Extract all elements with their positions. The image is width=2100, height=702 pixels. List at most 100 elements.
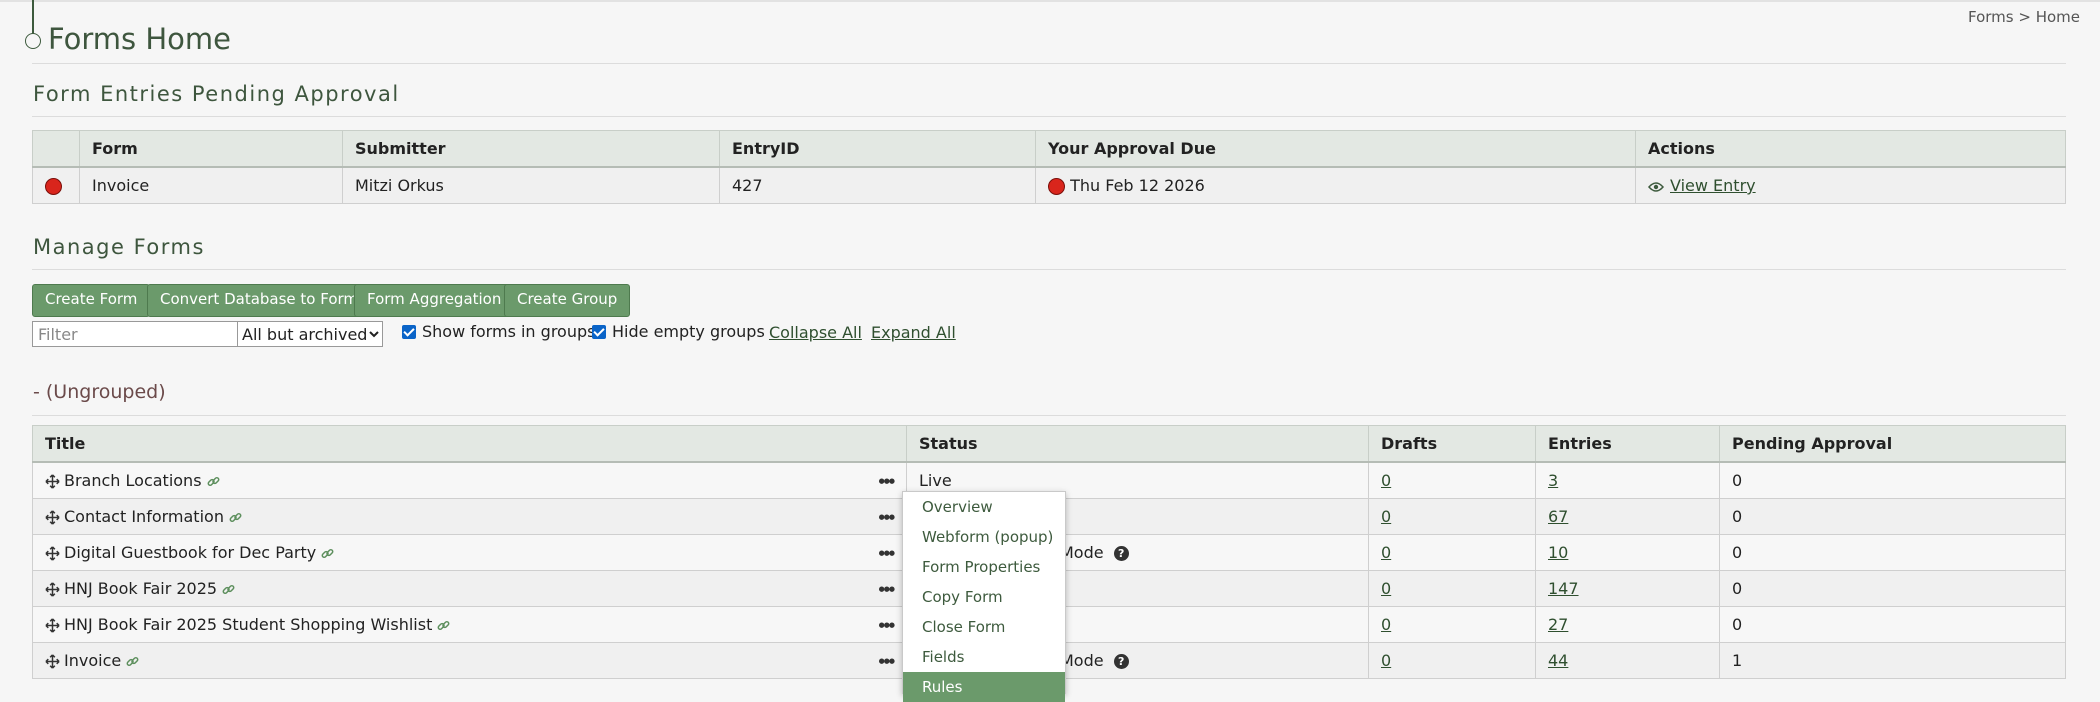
create-form-button[interactable]: Create Form [32, 284, 151, 317]
form-title[interactable]: HNJ Book Fair 2025 [64, 579, 217, 598]
entries-link[interactable]: 27 [1548, 615, 1568, 634]
filter-input[interactable] [32, 321, 240, 347]
menu-item-overview[interactable]: Overview [903, 492, 1065, 522]
link-icon[interactable] [228, 510, 243, 525]
entries-link[interactable]: 44 [1548, 651, 1568, 670]
entries-link[interactable]: 10 [1548, 543, 1568, 562]
more-options-icon[interactable]: ●●● [879, 621, 895, 629]
drag-handle-icon[interactable] [45, 510, 60, 525]
pending-cell: 0 [1719, 461, 2066, 499]
entries-cell: 10 [1535, 534, 1720, 571]
show-forms-in-groups-toggle[interactable]: Show forms in groups [402, 322, 595, 341]
entries-link[interactable]: 3 [1548, 471, 1558, 490]
drag-handle-icon[interactable] [45, 654, 60, 669]
link-icon[interactable] [221, 582, 236, 597]
entries-cell: 147 [1535, 570, 1720, 607]
pending-table: Form Submitter EntryID Your Approval Due… [32, 130, 2066, 204]
form-title[interactable]: Branch Locations [64, 471, 202, 490]
form-title[interactable]: Digital Guestbook for Dec Party [64, 543, 316, 562]
link-icon[interactable] [320, 546, 335, 561]
menu-item-fields[interactable]: Fields [903, 642, 1065, 672]
drag-handle-icon[interactable] [45, 546, 60, 561]
form-aggregation-button[interactable]: Form Aggregation [354, 284, 515, 317]
more-options-icon[interactable]: ●●● [879, 657, 895, 665]
pending-table-header: Form Submitter EntryID Your Approval Due… [32, 130, 2066, 168]
form-title[interactable]: HNJ Book Fair 2025 Student Shopping Wish… [64, 615, 432, 634]
entries-cell: 27 [1535, 606, 1720, 643]
view-entry-link[interactable]: View Entry [1670, 176, 1756, 195]
entry-id-cell: 427 [719, 166, 1036, 204]
more-options-icon[interactable]: ●●● [879, 477, 895, 485]
column-header: Drafts [1368, 425, 1536, 463]
collapse-all-link[interactable]: Collapse All [769, 323, 862, 342]
title-cell: Contact Information ●●● [32, 498, 907, 535]
alert-dot-icon [1048, 178, 1065, 195]
title-cell: Digital Guestbook for Dec Party ●●● [32, 534, 907, 571]
pending-cell: 0 [1719, 606, 2066, 643]
status-cell [32, 166, 80, 204]
divider [32, 415, 2066, 416]
column-header: Form [79, 130, 343, 168]
drag-handle-icon[interactable] [45, 618, 60, 633]
submitter-cell: Mitzi Orkus [342, 166, 720, 204]
status-text: Live [919, 471, 952, 490]
drafts-link[interactable]: 0 [1381, 471, 1391, 490]
checkbox-checked-icon[interactable] [592, 324, 606, 339]
checkbox-label: Show forms in groups [422, 322, 596, 341]
table-row: Invoice Mitzi Orkus 427 Thu Feb 12 2026 … [32, 166, 2066, 204]
entries-link[interactable]: 147 [1548, 579, 1579, 598]
top-border [0, 0, 2100, 2]
breadcrumb[interactable]: Forms > Home [1968, 8, 2080, 26]
forms-table-header: Title Status Drafts Entries Pending Appr… [32, 425, 2066, 463]
expand-all-link[interactable]: Expand All [871, 323, 956, 342]
menu-item-webform-popup[interactable]: Webform (popup) [903, 522, 1065, 552]
column-header: Actions [1635, 130, 2066, 168]
group-title[interactable]: - (Ungrouped) [33, 381, 166, 403]
archive-filter-select[interactable]: All but archived [237, 321, 383, 347]
pending-cell: 0 [1719, 498, 2066, 535]
link-icon[interactable] [125, 654, 140, 669]
more-options-icon[interactable]: ●●● [879, 513, 895, 521]
eye-icon [1648, 181, 1664, 192]
menu-item-rules[interactable]: Rules [903, 672, 1065, 702]
create-group-button[interactable]: Create Group [504, 284, 631, 317]
menu-item-close-form[interactable]: Close Form [903, 612, 1065, 642]
convert-database-button[interactable]: Convert Database to Form [147, 284, 372, 317]
more-options-icon[interactable]: ●●● [879, 585, 895, 593]
help-icon[interactable]: ? [1113, 654, 1129, 669]
drafts-cell: 0 [1368, 534, 1536, 571]
drag-handle-icon[interactable] [45, 582, 60, 597]
form-cell: Invoice [79, 166, 343, 204]
link-icon[interactable] [436, 618, 451, 633]
entries-link[interactable]: 67 [1548, 507, 1568, 526]
drafts-link[interactable]: 0 [1381, 543, 1391, 562]
column-header: EntryID [719, 130, 1036, 168]
due-date: Thu Feb 12 2026 [1070, 176, 1205, 195]
column-header: Status [906, 425, 1369, 463]
page-title: Forms Home [48, 22, 232, 56]
status-text: Mode [1060, 651, 1104, 670]
drafts-cell: 0 [1368, 498, 1536, 535]
drafts-link[interactable]: 0 [1381, 615, 1391, 634]
drafts-cell: 0 [1368, 606, 1536, 643]
checkbox-checked-icon[interactable] [402, 324, 416, 339]
divider [32, 63, 2066, 64]
drafts-cell: 0 [1368, 570, 1536, 607]
menu-item-copy-form[interactable]: Copy Form [903, 582, 1065, 612]
menu-item-form-properties[interactable]: Form Properties [903, 552, 1065, 582]
drafts-link[interactable]: 0 [1381, 507, 1391, 526]
divider [32, 269, 2066, 270]
hide-empty-groups-toggle[interactable]: Hide empty groups [592, 322, 765, 341]
link-icon[interactable] [206, 474, 221, 489]
title-cell: Invoice ●●● [32, 642, 907, 679]
drafts-link[interactable]: 0 [1381, 651, 1391, 670]
form-title[interactable]: Invoice [64, 651, 121, 670]
form-title[interactable]: Contact Information [64, 507, 224, 526]
more-options-icon[interactable]: ●●● [879, 549, 895, 557]
drafts-link[interactable]: 0 [1381, 579, 1391, 598]
drag-handle-icon[interactable] [45, 474, 60, 489]
alert-dot-icon [45, 178, 62, 195]
help-icon[interactable]: ? [1113, 546, 1129, 561]
title-cell: Branch Locations ●●● [32, 461, 907, 499]
column-header: Pending Approval [1719, 425, 2066, 463]
